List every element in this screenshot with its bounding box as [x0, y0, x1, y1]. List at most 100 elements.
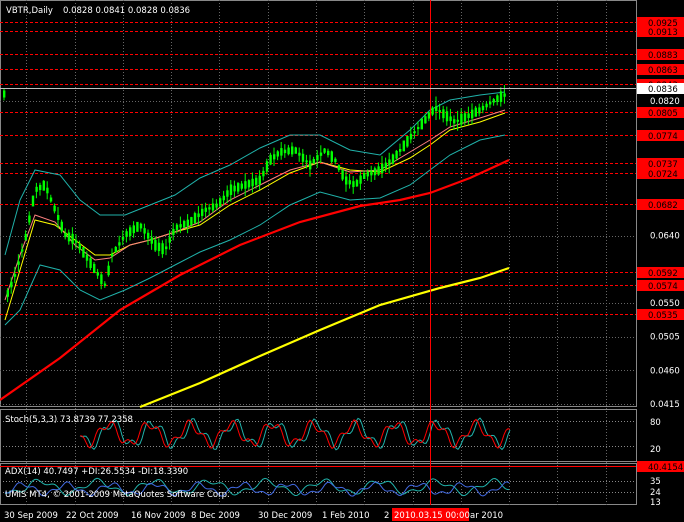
- candle-body: [154, 239, 157, 251]
- candle-body: [186, 219, 189, 227]
- level-tag-label: 0.0574: [648, 282, 678, 292]
- candle-body: [111, 253, 114, 257]
- candle-body: [78, 244, 81, 250]
- time-tick-label: 8 Dec 2009: [191, 511, 240, 521]
- candle-body: [10, 281, 13, 288]
- candle-body: [67, 232, 71, 242]
- candle-body: [438, 110, 441, 113]
- candle-body: [399, 148, 402, 152]
- stoch-label: Stoch(5,3,3) 73.8739 77.2358: [5, 415, 133, 425]
- candle-body: [269, 154, 272, 165]
- candle-body: [431, 107, 434, 115]
- candle-body: [312, 159, 315, 164]
- candle-body: [46, 187, 49, 194]
- ohlc-values: 0.0828 0.0841 0.0828 0.0836: [63, 6, 190, 16]
- candle-body: [3, 90, 6, 98]
- candle-body: [39, 184, 42, 191]
- level-tag-label: 0.0724: [648, 170, 678, 180]
- candle-body: [363, 172, 366, 180]
- time-tick-label: 2: [384, 511, 389, 521]
- stoch-axis-label: 20: [650, 445, 661, 455]
- candle-body: [474, 107, 477, 117]
- candle-body: [28, 215, 31, 223]
- candle-body: [219, 198, 222, 207]
- candle-body: [251, 178, 254, 187]
- candle-body: [334, 158, 337, 163]
- candle-body: [161, 243, 164, 255]
- candle-body: [21, 249, 24, 252]
- candle-body: [301, 153, 305, 162]
- price-tick-label: 0.0415: [650, 400, 680, 410]
- candle-body: [53, 205, 56, 212]
- candle-body: [147, 232, 150, 239]
- candle-body: [373, 168, 377, 176]
- candle-body: [413, 131, 416, 134]
- price-tick-label: 0.0505: [650, 333, 680, 343]
- candle-body: [305, 160, 308, 163]
- price-axis: 0.09250.09130.08830.08630.08430.08050.07…: [637, 17, 684, 410]
- candle-body: [208, 207, 211, 210]
- candle-body: [453, 119, 456, 124]
- candle-body: [237, 183, 240, 192]
- candle-body: [384, 162, 387, 169]
- chart-canvas[interactable]: 8020 40.4154352413 0.09250.09130.08830.0…: [0, 0, 684, 522]
- candle-body: [244, 181, 247, 189]
- candle-body: [503, 93, 506, 97]
- candle-body: [327, 150, 330, 156]
- candle-body: [179, 224, 182, 228]
- candle-body: [233, 185, 236, 192]
- candle-body: [417, 127, 420, 130]
- candle-body: [197, 213, 200, 218]
- candle-body: [348, 180, 351, 185]
- candle-body: [316, 155, 319, 161]
- candle-body: [409, 133, 413, 140]
- candle-body: [258, 175, 261, 185]
- candle-body: [132, 225, 135, 234]
- candle-body: [129, 227, 132, 236]
- candle-body: [435, 106, 438, 112]
- candle-body: [298, 152, 301, 156]
- candle-body: [489, 101, 492, 105]
- candle-body: [75, 240, 78, 243]
- candle-body: [355, 179, 359, 187]
- candle-body: [388, 159, 391, 166]
- candle-body: [118, 242, 121, 246]
- grid: [0, 0, 636, 505]
- candle-body: [337, 165, 341, 171]
- time-tick-label: 22 Oct 2009: [66, 511, 119, 521]
- candle-body: [240, 183, 243, 189]
- adx-axis-label: 24: [650, 488, 661, 498]
- candle-body: [424, 116, 427, 124]
- candle-body: [280, 148, 283, 156]
- candle-body: [193, 213, 197, 224]
- candle-body: [463, 113, 467, 122]
- candle-body: [341, 170, 344, 180]
- adx-value-label: 40.4154: [648, 463, 683, 473]
- candle-body: [471, 109, 474, 119]
- candle-body: [359, 175, 362, 184]
- candle-body: [13, 274, 17, 277]
- candle-body: [265, 161, 269, 172]
- candle-body: [71, 233, 74, 244]
- candle-body: [204, 207, 207, 212]
- candle-body: [499, 91, 503, 102]
- candle-body: [460, 113, 463, 125]
- time-tick-label: 16 Nov 2009: [131, 511, 185, 521]
- candle-body: [478, 107, 481, 114]
- chart-window[interactable]: 80 20 40.4154 35 24 13 0.0925 0.0913 0.0883 0.0…: [0, 0, 684, 522]
- candle-body: [82, 246, 85, 258]
- candle-body: [64, 233, 67, 238]
- price-tick-label: 0.0820: [650, 97, 680, 107]
- candle-body: [183, 221, 186, 228]
- candle-body: [6, 290, 9, 297]
- level-tag-label: 0.0682: [648, 201, 678, 211]
- candle-body: [395, 150, 398, 159]
- candle-body: [121, 236, 125, 240]
- candle-body: [406, 135, 409, 147]
- candle-body: [107, 265, 110, 276]
- price-tick-label: 0.0460: [650, 366, 680, 376]
- candle-body: [172, 228, 175, 235]
- adx-label: ADX(14) 40.7497 +DI:26.5534 -DI:18.3390: [5, 467, 188, 477]
- candle-body: [139, 223, 143, 229]
- candle-body: [222, 195, 225, 201]
